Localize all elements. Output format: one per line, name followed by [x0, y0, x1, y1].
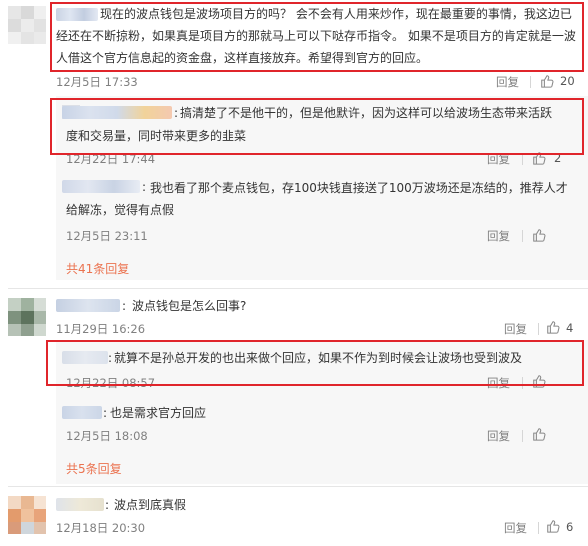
- reply-text-line: 我也看了那个麦点钱包，存100块钱直接送了100万波场还是冻结的，推荐人才: [150, 181, 568, 195]
- thumbs-up-icon[interactable]: [532, 228, 546, 242]
- like-count: 4: [566, 321, 574, 335]
- reply-text-line: 给解冻，觉得有点假: [66, 203, 175, 217]
- username-blurred[interactable]: [56, 299, 120, 312]
- avatar[interactable]: [8, 298, 46, 336]
- reply-button[interactable]: 回复: [504, 520, 527, 536]
- reply-button[interactable]: 回复: [504, 321, 527, 337]
- reply-timestamp: 12月5日 23:11: [66, 229, 148, 243]
- thumbs-up-icon[interactable]: [532, 427, 546, 441]
- thumbs-up-icon[interactable]: [546, 519, 560, 533]
- comment-text-line: 波点到底真假: [114, 498, 187, 512]
- reply-button[interactable]: 回复: [487, 228, 510, 244]
- more-replies-link[interactable]: 共5条回复: [66, 460, 122, 477]
- thumbs-up-icon[interactable]: [546, 320, 560, 334]
- colon: :: [103, 406, 108, 420]
- separator: [530, 76, 531, 88]
- avatar[interactable]: [8, 6, 46, 44]
- comment-timestamp: 12月18日 20:30: [56, 521, 146, 535]
- separator: [538, 522, 539, 534]
- separator: [522, 230, 523, 242]
- username-blurred[interactable]: [56, 498, 104, 511]
- reply-text-line: 也是需求官方回应: [110, 406, 207, 420]
- colon: :: [142, 180, 147, 194]
- reply-timestamp: 12月5日 18:08: [66, 429, 148, 443]
- reply-button[interactable]: 回复: [487, 428, 510, 444]
- separator: [538, 323, 539, 335]
- highlight-box: [50, 2, 584, 72]
- divider: [8, 486, 588, 487]
- colon: :: [105, 498, 110, 512]
- username-blurred[interactable]: [62, 406, 102, 419]
- highlight-box: [46, 340, 584, 386]
- avatar[interactable]: [8, 496, 46, 534]
- colon: :: [122, 299, 127, 313]
- like-count: 6: [566, 520, 574, 534]
- separator: [522, 430, 523, 442]
- more-replies-link[interactable]: 共41条回复: [66, 260, 129, 277]
- comment-text-line: 波点钱包是怎么回事?: [132, 299, 247, 313]
- comment-timestamp: 12月5日 17:33: [56, 75, 138, 89]
- reply-button[interactable]: 回复: [496, 74, 519, 90]
- comment-timestamp: 11月29日 16:26: [56, 322, 146, 336]
- highlight-box: [50, 98, 584, 155]
- thumbs-up-icon[interactable]: [540, 74, 554, 88]
- like-count: 20: [560, 74, 575, 88]
- divider: [8, 288, 588, 289]
- username-blurred[interactable]: [62, 180, 140, 193]
